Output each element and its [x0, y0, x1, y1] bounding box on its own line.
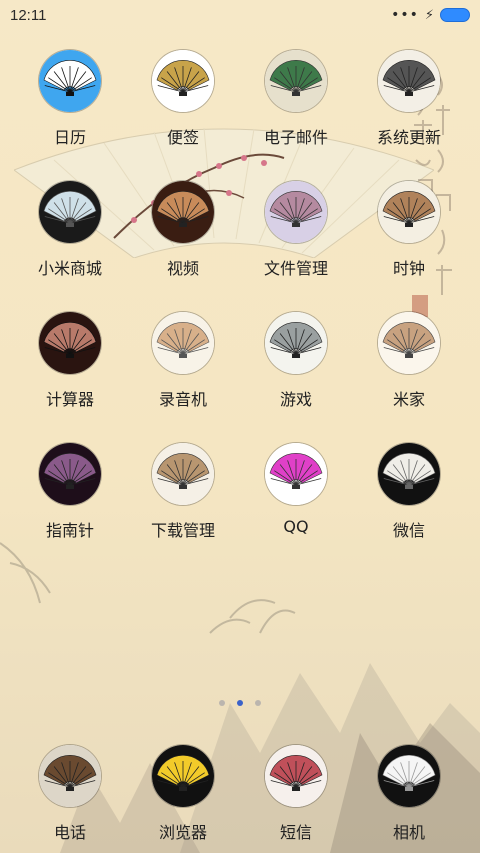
dock: 电话 浏览器 短信 相机: [0, 745, 480, 845]
app-fan-floral[interactable]: 短信: [236, 745, 356, 843]
battery-icon: [440, 8, 470, 22]
fan-stand-icon: [39, 745, 101, 807]
fan-ink-icon: [265, 312, 327, 374]
app-label: 计算器: [45, 390, 94, 409]
fan-red-icon: [39, 312, 101, 374]
app-fan-pink[interactable]: 文件管理: [236, 181, 356, 279]
app-fan-wood[interactable]: 时钟: [349, 181, 469, 279]
fan-magenta-icon: [265, 443, 327, 505]
app-fan-magenta[interactable]: QQ: [236, 443, 356, 536]
app-label: 相机: [392, 823, 425, 842]
app-label: 下载管理: [150, 521, 215, 540]
fan-bamboo-icon: [152, 181, 214, 243]
app-label: 小米商城: [37, 259, 102, 278]
fan-yellow-icon: [152, 745, 214, 807]
more-icon: •••: [391, 7, 419, 23]
app-fan-lace[interactable]: 相机: [349, 745, 469, 843]
app-label: 米家: [392, 390, 425, 409]
fan-mono-icon: [152, 50, 214, 112]
app-label: 电子邮件: [263, 128, 328, 147]
app-fan-black-white[interactable]: 微信: [349, 443, 469, 541]
app-fan-calligraphy[interactable]: 系统更新: [349, 50, 469, 148]
app-label: 浏览器: [158, 823, 207, 842]
app-label: 文件管理: [263, 259, 328, 278]
app-fan-purple[interactable]: 指南针: [10, 443, 130, 541]
page-dot[interactable]: [255, 700, 261, 706]
app-label: 微信: [392, 521, 425, 540]
app-label: 电话: [53, 823, 86, 842]
app-label: 日历: [53, 128, 86, 147]
fan-bamboo-light-icon: [152, 443, 214, 505]
fan-purple-icon: [39, 443, 101, 505]
fan-wood-icon: [378, 181, 440, 243]
fan-calligraphy-icon: [378, 50, 440, 112]
page-dot[interactable]: [219, 700, 225, 706]
app-fan-dark[interactable]: 小米商城: [10, 181, 130, 279]
app-label: 视频: [166, 259, 199, 278]
app-fan-bamboo[interactable]: 视频: [123, 181, 243, 279]
fan-painted-icon: [378, 312, 440, 374]
fan-beige-icon: [152, 312, 214, 374]
app-fan-painted[interactable]: 米家: [349, 312, 469, 410]
app-label: 时钟: [392, 259, 425, 278]
status-bar: 12:11 ••• ⚡: [0, 0, 480, 30]
app-fan-ink[interactable]: 游戏: [236, 312, 356, 410]
fan-floral-icon: [265, 745, 327, 807]
fan-black-white-icon: [378, 443, 440, 505]
app-fan-red[interactable]: 计算器: [10, 312, 130, 410]
app-fan-bamboo-light[interactable]: 下载管理: [123, 443, 243, 541]
app-fan-landscape[interactable]: 电子邮件: [236, 50, 356, 148]
app-fan-beige[interactable]: 录音机: [123, 312, 243, 410]
page-dot[interactable]: [237, 700, 243, 706]
app-label: 短信: [279, 823, 312, 842]
fan-dark-icon: [39, 181, 101, 243]
fan-landscape-icon: [265, 50, 327, 112]
fan-blue-icon: [39, 50, 101, 112]
app-label: 指南针: [45, 521, 94, 540]
status-indicators: ••• ⚡: [391, 7, 470, 23]
app-label: 录音机: [158, 390, 207, 409]
page-indicator[interactable]: [0, 700, 480, 706]
app-fan-stand[interactable]: 电话: [10, 745, 130, 843]
app-fan-mono[interactable]: 便签: [123, 50, 243, 148]
bolt-icon: ⚡: [424, 7, 434, 23]
status-time: 12:11: [10, 6, 47, 24]
app-label: 系统更新: [376, 128, 441, 147]
app-label: 便签: [166, 128, 199, 147]
app-label: QQ: [283, 517, 309, 536]
fan-lace-icon: [378, 745, 440, 807]
fan-pink-icon: [265, 181, 327, 243]
app-label: 游戏: [279, 390, 312, 409]
app-fan-yellow[interactable]: 浏览器: [123, 745, 243, 843]
app-fan-blue[interactable]: 日历: [10, 50, 130, 148]
